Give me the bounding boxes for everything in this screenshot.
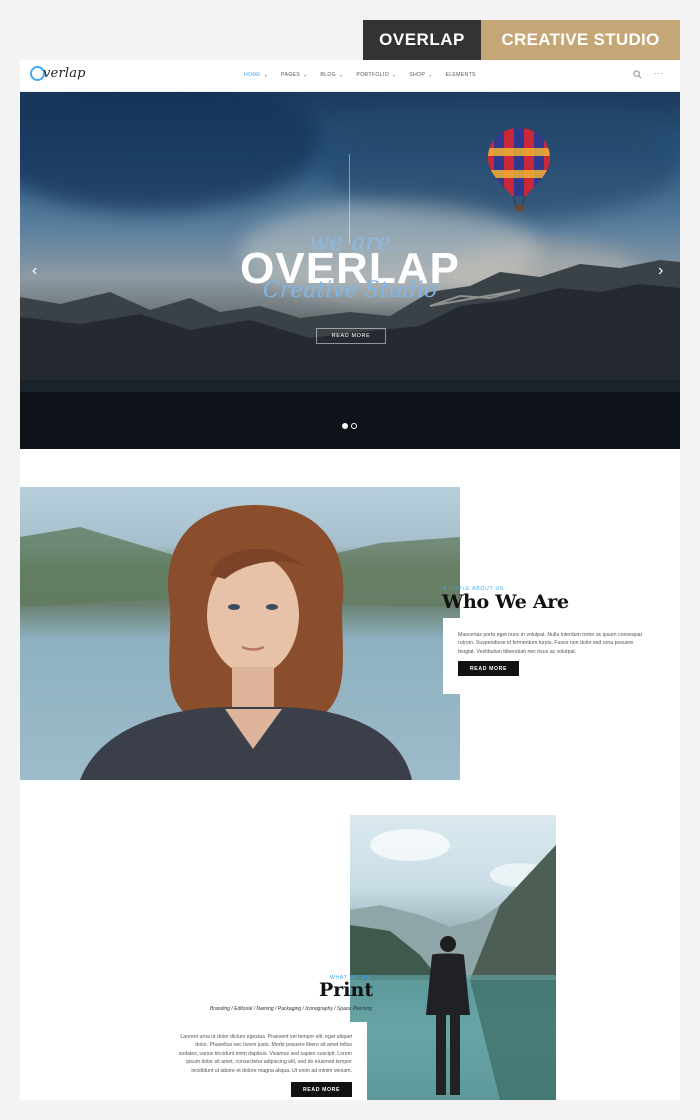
print-text: Laoreet urna ut dolor dictum egestas. Pr… [178,1034,352,1074]
chevron-down-icon: ▾ [340,72,343,78]
about-title: Who We Are [442,591,569,613]
slider-dot-2[interactable] [351,423,357,429]
menu-item-home[interactable]: HOME ▾ [244,72,267,78]
hero-read-more-button[interactable]: READ MORE [316,328,386,344]
navbar: verlap HOME ▾ PAGES ▾ BLOG ▾ PORTFOLIO ▾ SHO… [20,60,680,92]
menu-item-elements[interactable]: ELEMENTS [445,72,475,78]
chevron-down-icon: ▾ [264,72,268,78]
badge-overlap: OVERLAP [363,20,481,60]
logo-text: verlap [43,66,86,81]
print-title: Print [319,979,374,1001]
menu-item-pages[interactable]: PAGES ▾ [281,72,306,78]
menu-label: ELEMENTS [445,72,476,78]
chevron-down-icon: ▾ [304,72,307,78]
print-read-more-button[interactable]: READ MORE [291,1082,352,1097]
menu-item-shop[interactable]: SHOP ▾ [409,72,431,78]
menu-label: PORTFOLIO [356,72,389,78]
slider-next-icon[interactable]: › [658,262,663,280]
slider-prev-icon[interactable]: ‹ [32,262,37,280]
about-text: Maecenas porta eget nunc in volutpat. Nu… [458,632,642,655]
more-icon[interactable]: ··· [654,69,664,78]
chevron-down-icon: ▾ [429,72,432,78]
site-preview: verlap HOME ▾ PAGES ▾ BLOG ▾ PORTFOLIO ▾ SHO… [20,60,680,1100]
lake-illustration [350,829,556,1100]
menu-label: HOME [244,72,261,78]
menu-label: PAGES [281,72,301,78]
print-tags: Branding / Editorial / Naming / Packagin… [210,1006,373,1012]
slider-pagination [342,423,357,429]
menu-item-portfolio[interactable]: PORTFOLIO ▾ [356,72,395,78]
search-icon[interactable] [633,70,642,79]
hot-air-balloon-icon [488,128,550,211]
hero-subtitle: Creative Studio [262,278,438,303]
about-read-more-button[interactable]: READ MORE [458,661,519,676]
slider-dot-1[interactable] [342,423,348,429]
portrait-image [20,487,460,780]
menu-label: SHOP [409,72,426,78]
studio-badge: OVERLAP CREATIVE STUDIO [363,20,680,60]
lake-image [350,815,556,1100]
badge-creative-studio: CREATIVE STUDIO [481,20,680,60]
hero-slider: we are OVERLAP Creative Studio READ MORE… [20,92,680,449]
main-menu: HOME ▾ PAGES ▾ BLOG ▾ PORTFOLIO ▾ SHOP ▾ ELEM… [244,72,490,78]
site-logo[interactable]: verlap [30,66,86,81]
chevron-down-icon: ▾ [392,72,396,78]
menu-item-blog[interactable]: BLOG ▾ [320,72,342,78]
portrait-illustration [20,505,460,780]
menu-label: BLOG [320,72,337,78]
